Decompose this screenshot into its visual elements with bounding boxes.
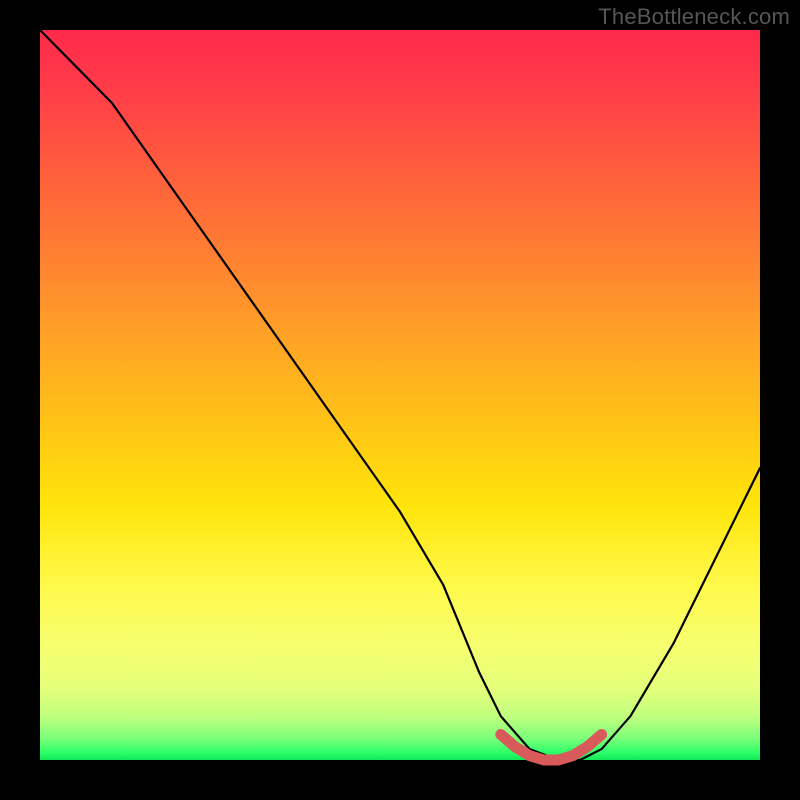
watermark-text: TheBottleneck.com [598, 4, 790, 30]
bottleneck-curve [40, 30, 760, 760]
chart-container: TheBottleneck.com [0, 0, 800, 800]
curve-svg [40, 30, 760, 760]
plot-area [40, 30, 760, 760]
